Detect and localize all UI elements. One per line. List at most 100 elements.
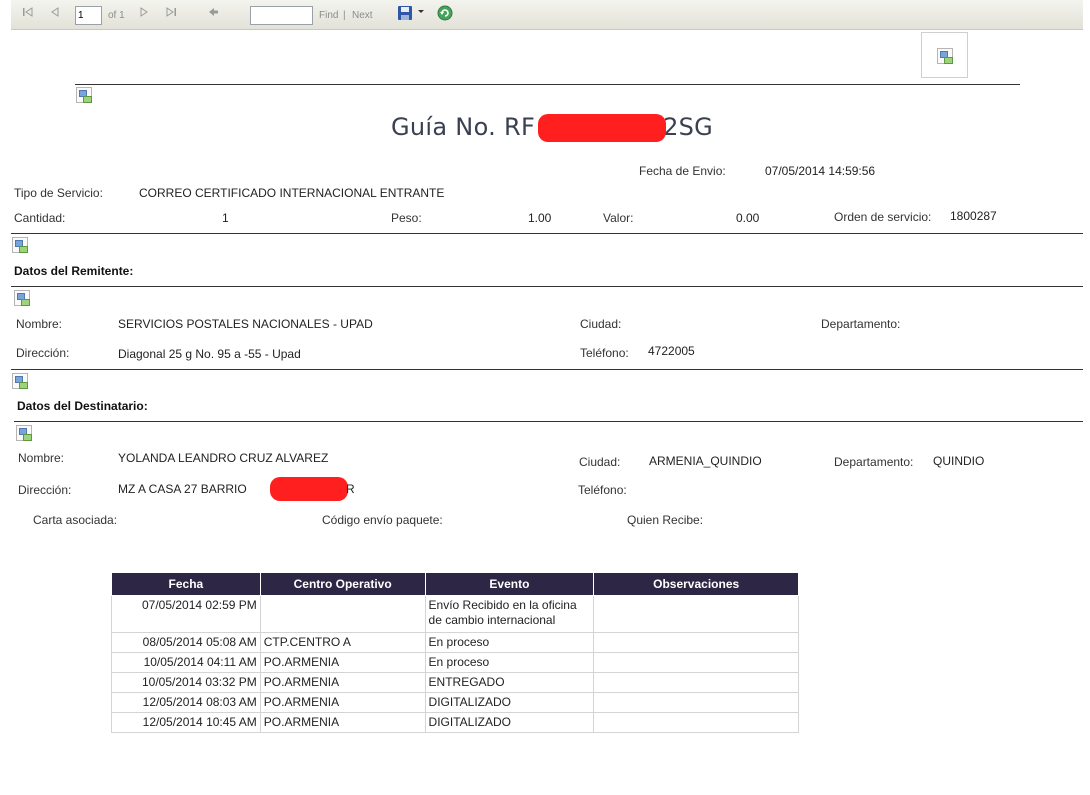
cell-observaciones <box>593 632 799 653</box>
destinatario-direccion-suffix: R <box>346 482 355 496</box>
cell-evento: Envío Recibido en la oficina de cambio i… <box>424 595 595 633</box>
cell-evento: En proceso <box>424 632 595 653</box>
divider <box>75 84 1020 85</box>
orden-servicio-value: 1800287 <box>950 209 997 223</box>
destinatario-section-title: Datos del Destinatario: <box>17 399 148 413</box>
report-viewer-toolbar: of 1 Find | Next <box>11 0 1083 30</box>
find-link[interactable]: Find <box>319 10 338 21</box>
page-number-input[interactable] <box>75 6 102 25</box>
cell-fecha: 07/05/2014 02:59 PM <box>111 595 261 633</box>
broken-image-icon <box>14 290 30 306</box>
valor-label: Valor: <box>603 211 634 225</box>
remitente-telefono-value: 4722005 <box>648 344 695 358</box>
title-suffix: 2SG <box>663 113 714 141</box>
destinatario-nombre-label: Nombre: <box>18 451 65 465</box>
broken-image-icon <box>12 373 28 389</box>
divider <box>14 421 1083 422</box>
destinatario-telefono-label: Teléfono: <box>578 483 627 497</box>
col-header-fecha: Fecha <box>111 572 261 596</box>
remitente-nombre-value: SERVICIOS POSTALES NACIONALES - UPAD <box>118 317 373 331</box>
remitente-section-title: Datos del Remitente: <box>14 264 134 278</box>
find-input[interactable] <box>250 6 313 25</box>
valor-value: 0.00 <box>736 211 760 225</box>
cell-observaciones <box>593 692 799 713</box>
destinatario-ciudad-label: Ciudad: <box>579 455 621 469</box>
divider <box>11 233 1083 234</box>
cell-observaciones <box>593 595 799 633</box>
logo-frame <box>921 32 968 78</box>
back-icon[interactable] <box>207 7 221 21</box>
table-row: 08/05/2014 05:08 AM CTP.CENTRO A En proc… <box>111 632 799 653</box>
destinatario-direccion-value: MZ A CASA 27 BARRIO <box>118 482 247 496</box>
table-header-row: Fecha Centro Operativo Evento Observacio… <box>111 572 799 596</box>
find-separator: | <box>343 10 346 21</box>
next-link[interactable]: Next <box>352 10 373 21</box>
divider <box>11 369 1083 370</box>
last-page-icon[interactable] <box>164 7 178 21</box>
codigo-envio-label: Código envío paquete: <box>322 513 443 527</box>
cantidad-value: 1 <box>222 211 229 225</box>
cell-observaciones <box>593 652 799 673</box>
cell-centro: PO.ARMENIA <box>259 672 426 693</box>
tipo-servicio-label: Tipo de Servicio: <box>14 186 103 200</box>
divider <box>11 286 1083 287</box>
remitente-telefono-label: Teléfono: <box>580 346 629 360</box>
remitente-direccion-label: Dirección: <box>16 346 70 360</box>
cell-evento: DIGITALIZADO <box>424 712 595 733</box>
cell-fecha: 10/05/2014 03:32 PM <box>111 672 261 693</box>
cell-centro: PO.ARMENIA <box>259 692 426 713</box>
peso-label: Peso: <box>391 211 422 225</box>
events-table: Fecha Centro Operativo Evento Observacio… <box>111 572 799 733</box>
quien-recibe-label: Quien Recibe: <box>627 513 704 527</box>
export-save-icon[interactable] <box>397 5 413 21</box>
cell-centro <box>259 595 426 633</box>
table-row: 10/05/2014 04:11 AM PO.ARMENIA En proces… <box>111 652 799 673</box>
redaction-mark <box>538 114 666 142</box>
destinatario-nombre-value: YOLANDA LEANDRO CRUZ ALVAREZ <box>118 451 329 465</box>
destinatario-departamento-value: QUINDIO <box>933 454 985 468</box>
cell-observaciones <box>593 672 799 693</box>
page-count-label: of 1 <box>108 10 125 21</box>
cantidad-label: Cantidad: <box>14 211 66 225</box>
cell-evento: En proceso <box>424 652 595 673</box>
table-row: 07/05/2014 02:59 PM Envío Recibido en la… <box>111 595 799 633</box>
carta-asociada-label: Carta asociada: <box>33 513 118 527</box>
previous-page-icon[interactable] <box>48 7 62 21</box>
tipo-servicio-value: CORREO CERTIFICADO INTERNACIONAL ENTRANT… <box>139 186 445 200</box>
fecha-envio-value: 07/05/2014 14:59:56 <box>765 164 876 178</box>
cell-fecha: 08/05/2014 05:08 AM <box>111 632 261 653</box>
cell-fecha: 12/05/2014 08:03 AM <box>111 692 261 713</box>
remitente-departamento-label: Departamento: <box>821 317 901 331</box>
peso-value: 1.00 <box>528 211 552 225</box>
cell-evento: DIGITALIZADO <box>424 692 595 713</box>
redaction-mark <box>270 477 348 501</box>
broken-image-icon <box>12 237 28 253</box>
broken-image-icon <box>76 87 92 103</box>
next-page-icon[interactable] <box>137 7 151 21</box>
dropdown-arrow-icon[interactable] <box>414 6 428 20</box>
destinatario-ciudad-value: ARMENIA_QUINDIO <box>649 454 762 468</box>
refresh-icon[interactable] <box>437 5 453 21</box>
cell-fecha: 12/05/2014 10:45 AM <box>111 712 261 733</box>
title-prefix: Guía No. RF <box>391 113 536 141</box>
broken-image-icon <box>937 48 953 64</box>
cell-evento: ENTREGADO <box>424 672 595 693</box>
remitente-nombre-label: Nombre: <box>16 317 63 331</box>
destinatario-departamento-label: Departamento: <box>834 455 914 469</box>
table-row: 12/05/2014 10:45 AM PO.ARMENIA DIGITALIZ… <box>111 712 799 733</box>
cell-centro: PO.ARMENIA <box>259 652 426 673</box>
fecha-envio-label: Fecha de Envio: <box>639 164 726 178</box>
remitente-ciudad-label: Ciudad: <box>580 317 622 331</box>
remitente-direccion-value: Diagonal 25 g No. 95 a -55 - Upad <box>118 347 301 361</box>
cell-observaciones <box>593 712 799 733</box>
table-row: 12/05/2014 08:03 AM PO.ARMENIA DIGITALIZ… <box>111 692 799 713</box>
cell-fecha: 10/05/2014 04:11 AM <box>111 652 261 673</box>
orden-servicio-label: Orden de servicio: <box>834 210 932 224</box>
col-header-observaciones: Observaciones <box>593 572 799 596</box>
cell-centro: PO.ARMENIA <box>259 712 426 733</box>
table-row: 10/05/2014 03:32 PM PO.ARMENIA ENTREGADO <box>111 672 799 693</box>
cell-centro: CTP.CENTRO A <box>259 632 426 653</box>
col-header-evento: Evento <box>424 572 595 596</box>
first-page-icon[interactable] <box>21 7 35 21</box>
col-header-centro: Centro Operativo <box>259 572 426 596</box>
